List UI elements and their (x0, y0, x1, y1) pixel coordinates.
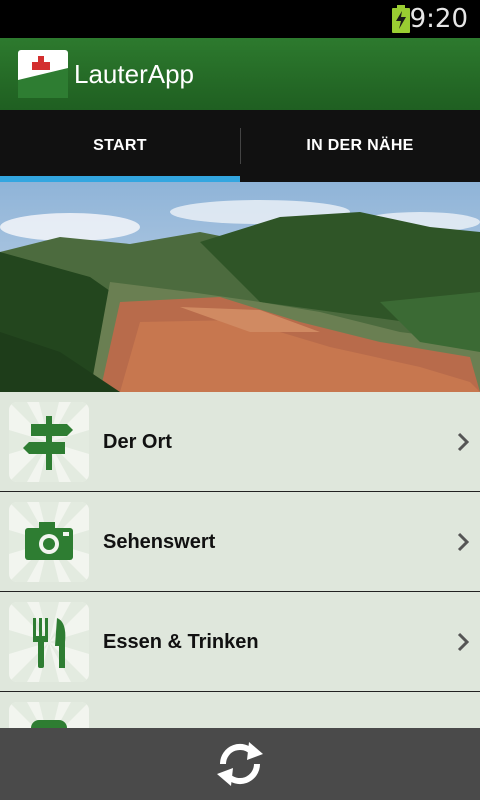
status-time: 9:20 (409, 4, 468, 34)
item-thumb (9, 702, 89, 728)
bottom-bar (0, 728, 480, 800)
list-item-label: Essen & Trinken (103, 630, 259, 653)
fork-knife-icon (9, 602, 89, 682)
town-valley-photo (0, 182, 480, 392)
tab-in-der-naehe[interactable]: IN DER NÄHE (240, 110, 480, 182)
list-item-der-ort[interactable]: Der Ort (0, 392, 480, 492)
tab-in-der-naehe-label: IN DER NÄHE (306, 137, 414, 154)
app-logo-icon[interactable] (18, 50, 68, 98)
item-thumb (9, 402, 89, 482)
action-bar: LauterApp (0, 38, 480, 110)
list-item-label: Sehenswert (103, 530, 216, 553)
status-bar: 9:20 (0, 0, 480, 38)
list-item-essen-trinken[interactable]: Essen & Trinken (0, 592, 480, 692)
chevron-right-icon (457, 432, 470, 452)
tab-start[interactable]: START (0, 110, 240, 182)
list-item-partial[interactable] (0, 692, 480, 728)
tab-bar: START IN DER NÄHE (0, 110, 480, 182)
menu-list: Der Ort Sehenswert Essen & Trinken (0, 392, 480, 728)
battery-charging-icon (392, 5, 410, 33)
partial-icon (9, 702, 89, 728)
signpost-icon (9, 402, 89, 482)
item-thumb (9, 602, 89, 682)
chevron-right-icon (457, 632, 470, 652)
app-title: LauterApp (74, 59, 194, 89)
list-item-sehenswert[interactable]: Sehenswert (0, 492, 480, 592)
list-item-label: Der Ort (103, 430, 172, 453)
camera-icon (9, 502, 89, 582)
item-thumb (9, 502, 89, 582)
chevron-right-icon (457, 532, 470, 552)
hero-image (0, 182, 480, 392)
tab-start-label: START (93, 137, 147, 154)
refresh-icon[interactable] (205, 734, 275, 794)
